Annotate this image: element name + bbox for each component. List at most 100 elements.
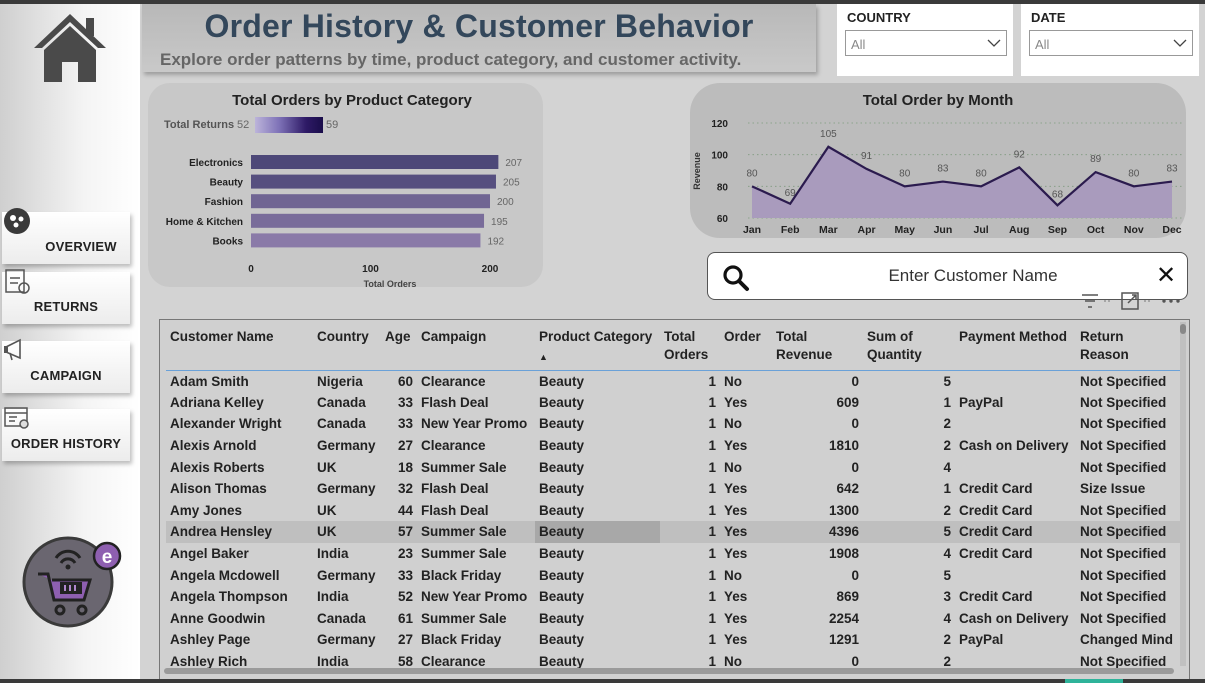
close-icon[interactable]: ✕: [1155, 264, 1177, 288]
table-cell: Not Specified: [1080, 394, 1167, 410]
table-cell: 0: [851, 567, 859, 583]
table-cell: Yes: [724, 394, 748, 410]
column-header[interactable]: Order: [720, 324, 772, 371]
table-cell: Yes: [724, 546, 748, 562]
column-header[interactable]: Product Category ▲: [535, 324, 660, 371]
category-bar: [251, 155, 499, 169]
x-tick-label: Sep: [1048, 224, 1067, 236]
country-dropdown[interactable]: All: [845, 30, 1007, 56]
table-cell: 27: [397, 438, 413, 454]
nav-returns-button[interactable]: RETURNS: [2, 269, 130, 324]
table-cell: 2: [943, 416, 951, 432]
table-row[interactable]: Alexis Roberts UK 18 Summer Sale Beauty 1 No 0 4…: [166, 456, 1180, 478]
table-vertical-scrollbar[interactable]: [1180, 322, 1186, 666]
column-header-label: Sum of Quantity: [867, 329, 922, 362]
x-tick-label: Nov: [1124, 224, 1144, 236]
table-cell: Not Specified: [1080, 502, 1167, 518]
table-row[interactable]: Alexander Wright Canada 33 New Year Promo Be…: [166, 413, 1180, 435]
table-row[interactable]: Angel Baker India 23 Summer Sale Beauty 1 Yes 1…: [166, 543, 1180, 565]
more-options-icon[interactable]: [1162, 299, 1180, 303]
table-row[interactable]: Alison Thomas Germany 32 Flash Deal Beauty 1 Y…: [166, 478, 1180, 500]
table-horizontal-scrollbar[interactable]: [164, 668, 1174, 674]
table-row[interactable]: Adam Smith Nigeria 60 Clearance Beauty 1 No 0 5 N…: [166, 370, 1180, 392]
table-cell: 1: [708, 567, 716, 583]
date-dropdown[interactable]: All: [1029, 30, 1193, 56]
category-bar: [251, 194, 490, 209]
table-cell: Amy Jones: [170, 502, 243, 518]
table-cell: 27: [397, 632, 413, 648]
table-row[interactable]: Angela Thompson India 52 New Year Promo Beau…: [166, 586, 1180, 608]
column-header[interactable]: Total Revenue: [772, 324, 863, 371]
data-label: 83: [1166, 164, 1178, 175]
table-cell: 1: [708, 546, 716, 562]
table-cell: [955, 370, 1076, 392]
table-cell: Beauty: [539, 373, 585, 389]
column-header[interactable]: Total Orders: [660, 324, 720, 371]
column-header[interactable]: Payment Method: [955, 324, 1076, 371]
column-header-label: Total Orders: [664, 329, 709, 362]
table-cell: 609: [836, 394, 859, 410]
table-cell: 44: [397, 502, 413, 518]
table-row[interactable]: Anne Goodwin Canada 61 Summer Sale Beauty 1 Ye…: [166, 608, 1180, 630]
table-cell: Flash Deal: [421, 394, 489, 410]
table-cell: Canada: [317, 416, 366, 432]
table-vertical-scroll-thumb[interactable]: [1180, 324, 1186, 334]
nav-returns-label: RETURNS: [33, 299, 99, 314]
returns-icon: [5, 269, 30, 294]
home-icon[interactable]: [30, 10, 110, 84]
column-header-label: Customer Name: [170, 329, 274, 344]
table-cell: Beauty: [539, 459, 585, 475]
table-row[interactable]: Ashley Page Germany 27 Black Friday Beauty 1 Y…: [166, 629, 1180, 651]
month-area-svg: 60 80 100 120 Revenue 80 Jan 69 Feb 105 Mar 91 Apr 80…: [692, 119, 1184, 236]
table-cell: Canada: [317, 394, 366, 410]
column-header[interactable]: Sum of Quantity: [863, 324, 955, 371]
category-label: Books: [212, 236, 243, 247]
x-tick-label: May: [895, 224, 916, 236]
category-label: Beauty: [210, 178, 244, 189]
country-slicer: COUNTRY All: [837, 4, 1013, 76]
table-cell: Credit Card: [959, 589, 1033, 605]
column-header-label: Payment Method: [959, 329, 1068, 344]
nav-order-history-button[interactable]: ORDER HISTORY: [2, 407, 130, 461]
x-tick-label: 0: [248, 264, 254, 275]
table-row[interactable]: Adriana Kelley Canada 33 Flash Deal Beauty 1 Y…: [166, 392, 1180, 414]
table-cell: No: [724, 567, 742, 583]
filter-icon[interactable]: [1082, 294, 1098, 308]
focus-mode-icon[interactable]: [1121, 292, 1139, 310]
table-header-row: Customer Name Country Age Campaign Product C…: [166, 324, 1180, 371]
search-icon[interactable]: [722, 264, 750, 292]
customer-search-input[interactable]: [808, 263, 1138, 289]
table-cell: PayPal: [959, 394, 1004, 410]
table-cell: No: [724, 416, 742, 432]
table-cell: New Year Promo: [421, 589, 528, 605]
column-header[interactable]: Country: [313, 324, 381, 371]
table-cell: Yes: [724, 502, 748, 518]
table-cell: No: [724, 459, 742, 475]
data-label: 80: [746, 168, 758, 179]
data-label: 105: [820, 129, 837, 140]
nav-campaign-button[interactable]: CAMPAIGN: [2, 338, 130, 393]
orders-by-month-chart[interactable]: Total Order by Month 60 80 100 120 Revenue 80…: [690, 83, 1186, 238]
table-cell: 1810: [828, 438, 859, 454]
column-header[interactable]: Return Reason: [1076, 324, 1180, 371]
table-cell: 1908: [828, 546, 859, 562]
table-row[interactable]: Alexis Arnold Germany 27 Clearance Beauty 1 Ye…: [166, 435, 1180, 457]
nav-overview-button[interactable]: OVERVIEW: [2, 208, 130, 264]
column-header[interactable]: Customer Name: [166, 324, 313, 371]
table-row[interactable]: Amy Jones UK 44 Flash Deal Beauty 1 Yes 1300 2 Cr…: [166, 500, 1180, 522]
column-header-label: Total Revenue: [776, 329, 833, 362]
table-cell: [955, 413, 1076, 435]
column-header[interactable]: Age: [381, 324, 417, 371]
table-row[interactable]: Andrea Hensley UK 57 Summer Sale Beauty 1 Yes 4…: [166, 521, 1180, 543]
table-cell: Beauty: [539, 567, 585, 583]
country-dropdown-value: All: [851, 37, 866, 52]
table-cell: 1: [708, 610, 716, 626]
table-cell: Germany: [317, 632, 376, 648]
table-cell: 4: [943, 546, 951, 562]
area-fill: [752, 146, 1172, 218]
x-tick-label: Dec: [1162, 224, 1181, 236]
table-row[interactable]: Angela Mcdowell Germany 33 Black Friday Beau…: [166, 564, 1180, 586]
orders-by-category-chart[interactable]: Total Orders by Product Category Total R…: [148, 83, 543, 287]
column-header[interactable]: Campaign: [417, 324, 535, 371]
x-tick-label: Jan: [743, 224, 761, 236]
